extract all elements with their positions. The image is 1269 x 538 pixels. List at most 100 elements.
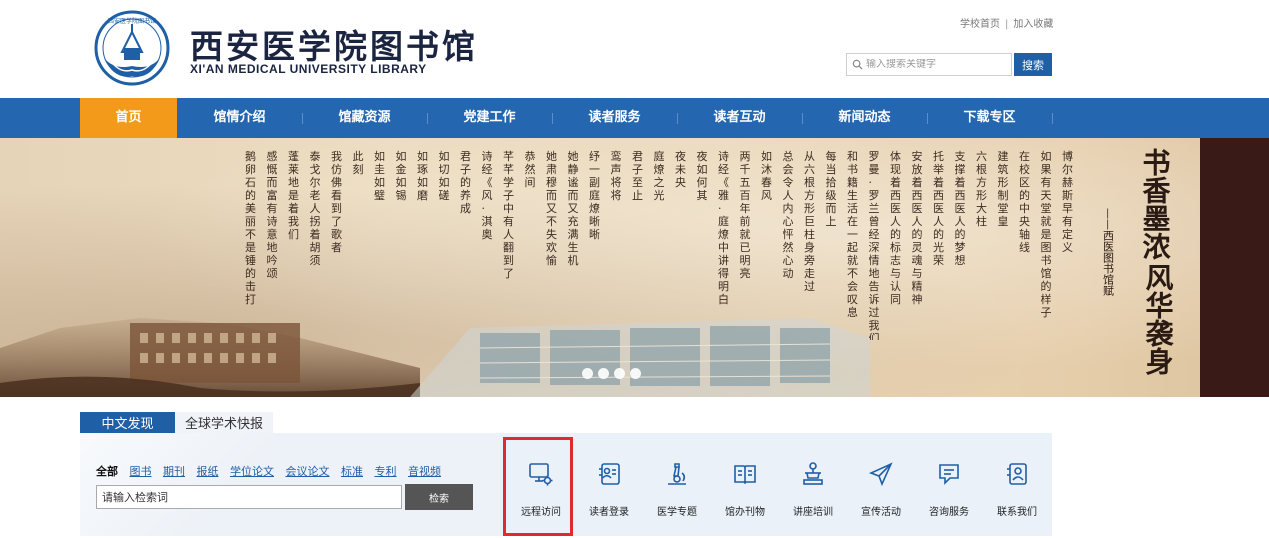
poem-column: 博尔赫斯早有定义 (1062, 150, 1073, 254)
poem-column: 托举着西医人的光荣 (933, 150, 944, 267)
poem-column: 泰戈尔老人拐着胡须 (309, 150, 321, 267)
filter-audio-video[interactable]: 音视频 (408, 465, 441, 478)
chat-bubble-icon (939, 464, 959, 485)
carousel-dot[interactable] (598, 368, 609, 379)
link-separator: | (1005, 19, 1009, 30)
poem-column: 如果有天堂就是图书馆的样子 (1040, 150, 1052, 319)
poem-column: 她静谧而又充满生机 (567, 150, 579, 267)
poem-column: 鸾声将将 (610, 150, 622, 202)
poem-column: 此刻 (352, 150, 364, 176)
nav-about[interactable]: 馆情介绍 (177, 98, 302, 138)
poem-column: 庭燎之光 (653, 150, 665, 202)
keyword-input[interactable] (96, 485, 402, 509)
poem-column: 蓬莱地是着我们 (288, 150, 299, 241)
bookshelves-image (410, 318, 870, 397)
poem-column: 体现着西医人的标志与认同 (890, 150, 901, 306)
poem-column: 六根方形大柱 (976, 150, 987, 228)
carousel-dot[interactable] (614, 368, 625, 379)
main-nav: 首页 馆情介绍 馆藏资源 党建工作 读者服务 读者互动 新闻动态 下载专区 (0, 98, 1269, 138)
search-filters: 全部 图书 期刊 报纸 学位论文 会议论文 标准 专利 音视频 (96, 463, 449, 479)
nav-reader-services[interactable]: 读者服务 (552, 98, 677, 138)
poem-column: 恭然间 (524, 150, 536, 189)
nav-news[interactable]: 新闻动态 (802, 98, 927, 138)
service-label: 宣传活动 (861, 507, 901, 518)
poem-column: 总会令人内心怦然心动 (782, 150, 794, 280)
carousel-dots (582, 368, 641, 379)
filter-books[interactable]: 图书 (130, 465, 152, 478)
poem-column: 在校区的中央轴线 (1019, 150, 1030, 254)
poem-column: 两千五百年前就已明亮 (739, 150, 751, 280)
site-search-box[interactable] (846, 53, 1012, 76)
library-logo[interactable]: 西安医学院图书馆 (94, 10, 170, 86)
service-consultation[interactable]: 咨询服务 (916, 433, 982, 536)
service-lectures-training[interactable]: 讲座培训 (780, 433, 846, 536)
service-remote-access[interactable]: 远程访问 (508, 433, 574, 536)
poem-column: 君子至止 (632, 150, 643, 202)
calligraphy-subtitle: ——西医图书馆赋 (1102, 208, 1115, 296)
service-library-journals[interactable]: 馆办刊物 (712, 433, 778, 536)
site-search-input[interactable] (866, 59, 1006, 70)
poem-column: 安放着西医人的灵魂与精神 (911, 150, 923, 306)
service-reader-login[interactable]: 读者登录 (576, 433, 642, 536)
poem-column: 罗曼·罗兰曾经深情地告诉过我们 (868, 150, 880, 340)
poem-column: 夜如何其 (696, 150, 708, 202)
library-name-cn: 西安医学院图书馆 (190, 27, 478, 66)
contact-card-icon (1007, 463, 1027, 485)
service-label: 远程访问 (521, 507, 561, 518)
poem-column: 建筑形制堂皇 (997, 150, 1009, 228)
service-label: 读者登录 (589, 507, 629, 518)
calligraphy-top: 书香墨浓 (1139, 148, 1172, 261)
service-label: 讲座培训 (793, 507, 833, 518)
service-label: 馆办刊物 (725, 507, 765, 518)
service-promotions[interactable]: 宣传活动 (848, 433, 914, 536)
nav-downloads[interactable]: 下载专区 (927, 98, 1052, 138)
service-contact-us[interactable]: 联系我们 (984, 433, 1050, 536)
poem-column: 如切如磋 (438, 150, 450, 202)
poem-column: 和书籍生活在一起就不会叹息 (847, 150, 858, 319)
keyword-search-button[interactable]: 检索 (405, 484, 473, 510)
paper-plane-icon (868, 462, 893, 487)
add-favorite-link[interactable]: 加入收藏 (1013, 19, 1053, 30)
poem-column: 每当拾级而上 (825, 150, 837, 228)
service-label: 咨询服务 (929, 507, 969, 518)
open-book-icon (734, 465, 756, 485)
poem-column: 她肃穆而又不失欢愉 (546, 150, 557, 267)
poem-column: 诗经《卫风·淇奥》 (481, 150, 493, 241)
poem-column: 鹅卵石的美丽不是锤的击打 (245, 150, 256, 306)
site-search-button[interactable]: 搜索 (1014, 53, 1052, 76)
filter-newspapers[interactable]: 报纸 (197, 465, 219, 478)
service-label: 医学专题 (657, 507, 697, 518)
poem-column: 感慨而富有诗意地吟颂 (266, 150, 278, 280)
filter-theses[interactable]: 学位论文 (230, 465, 274, 478)
poem-column: 纾一副庭燎晰晰 (589, 150, 600, 241)
library-name-en: XI'AN MEDICAL UNIVERSITY LIBRARY (190, 62, 427, 76)
poem-column: 如琢如磨 (417, 150, 428, 202)
nav-collections[interactable]: 馆藏资源 (302, 98, 427, 138)
filter-journals[interactable]: 期刊 (163, 465, 185, 478)
filter-conference-papers[interactable]: 会议论文 (286, 465, 330, 478)
filter-all[interactable]: 全部 (96, 465, 118, 478)
filter-standards[interactable]: 标准 (341, 465, 363, 478)
hero-banner[interactable]: 博尔赫斯早有定义 如果有天堂就是图书馆的样子 在校区的中央轴线 建筑形制堂皇 六根方形大… (0, 138, 1269, 397)
carousel-dot[interactable] (630, 368, 641, 379)
calligraphy-image: 书香墨浓 ——西医图书馆赋 风华袭身 (1102, 148, 1175, 376)
poem-column: 支撑着西医人的梦想 (954, 150, 966, 267)
service-medical-topics[interactable]: 医学专题 (644, 433, 710, 536)
nav-party-work[interactable]: 党建工作 (427, 98, 552, 138)
logo-text: 西安医学院图书馆 (108, 17, 156, 25)
remote-access-icon (529, 463, 553, 486)
poem-column: 芊芊学子中有人翻到了 (503, 150, 514, 280)
service-shortcuts: 远程访问 读者登录 医学专题 馆办刊物 讲座培训 宣传活动 咨询服务 联系我们 (500, 433, 1052, 536)
carousel-dot[interactable] (582, 368, 593, 379)
campus-building-image (0, 318, 420, 397)
school-home-link[interactable]: 学校首页 (960, 19, 1000, 30)
nav-reader-interaction[interactable]: 读者互动 (677, 98, 802, 138)
calligraphy-bottom: 风华袭身 (1142, 263, 1175, 376)
nav-home[interactable]: 首页 (80, 98, 177, 138)
poem-column: 君子的养成 (460, 150, 471, 215)
poem-column: 从六根方形巨柱身旁走过 (804, 150, 815, 293)
filter-patents[interactable]: 专利 (375, 465, 397, 478)
service-label: 联系我们 (997, 507, 1037, 518)
poem-column: 夜未央 (675, 150, 686, 189)
lecture-podium-icon (803, 462, 823, 485)
